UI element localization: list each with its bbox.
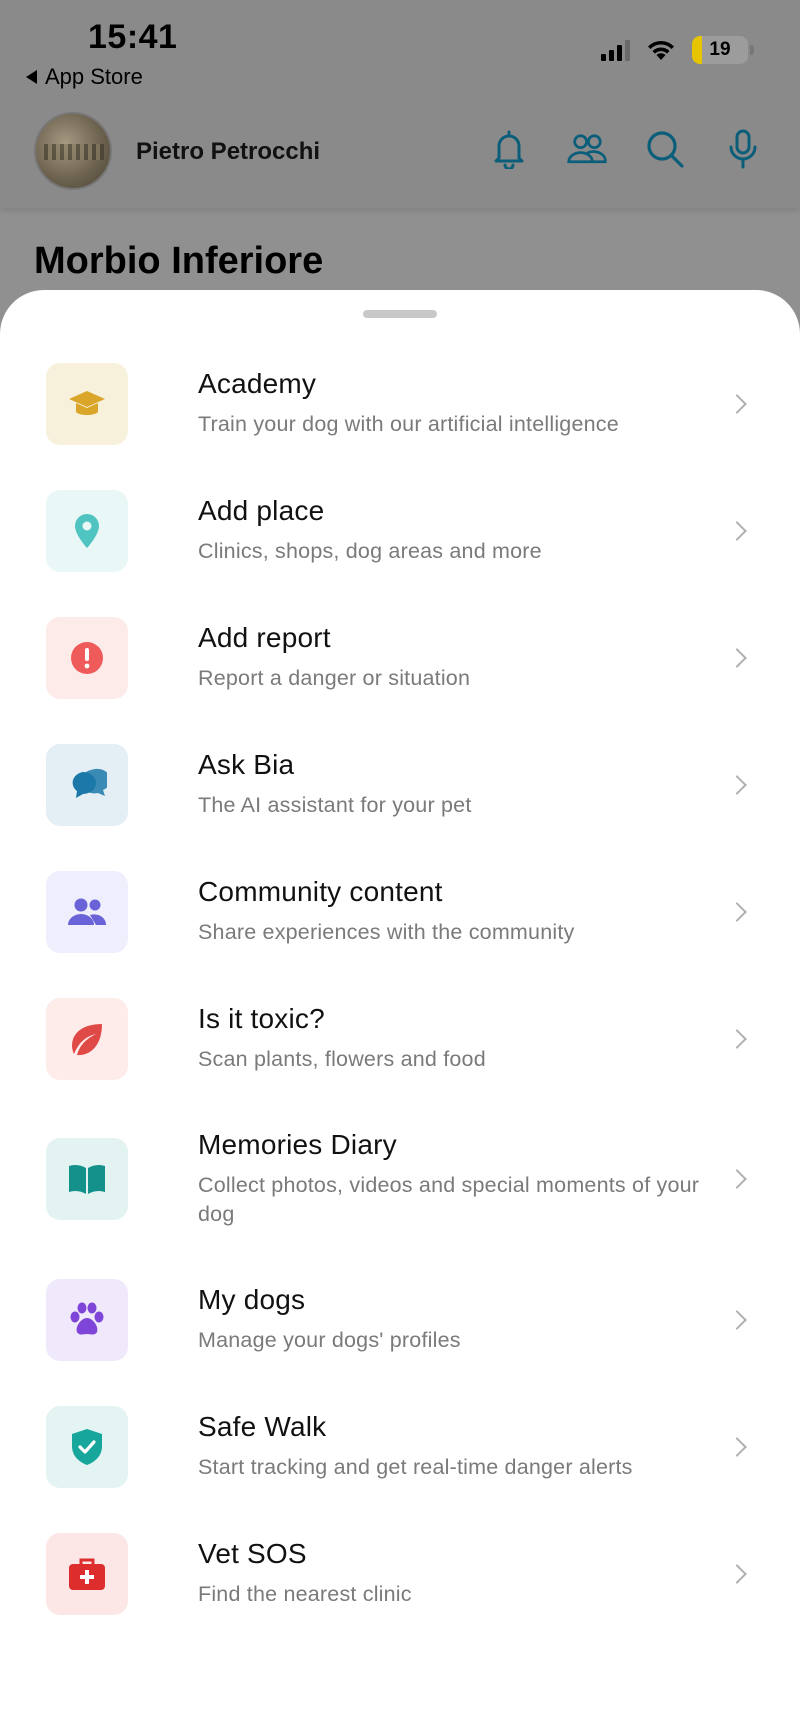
menu-item-memories-diary[interactable]: Memories Diary Collect photos, videos an… [0, 1102, 800, 1256]
menu-item-icon-box [46, 362, 128, 445]
paw-icon [70, 1302, 104, 1334]
menu-item-vet-sos[interactable]: Vet SOS Find the nearest clinic [0, 1510, 800, 1637]
avatar[interactable] [34, 112, 112, 190]
menu-item-subtitle: Share experiences with the community [198, 920, 575, 944]
menu-item-icon-box [46, 489, 128, 572]
sheet-grabber[interactable] [363, 310, 437, 318]
shield-check-icon [72, 1428, 102, 1465]
first-aid-kit-icon [69, 1558, 105, 1590]
menu-item-title: Memories Diary [198, 1129, 397, 1160]
status-time: 15:41 [88, 18, 178, 56]
menu-item-title: Community content [198, 876, 443, 907]
menu-item-title: Add place [198, 495, 325, 526]
menu-item-icon-box [46, 1532, 128, 1615]
community-icon [68, 898, 107, 925]
menu-item-subtitle: Manage your dogs' profiles [198, 1328, 461, 1352]
user-name[interactable]: Pietro Petrocchi [136, 138, 320, 166]
menu-item-icon-box [46, 1278, 128, 1361]
menu-item-academy[interactable]: Academy Train your dog with our artifici… [0, 340, 800, 467]
people-icon[interactable] [566, 128, 608, 170]
chat-bubbles-icon [72, 768, 107, 798]
menu-item-icon-box [46, 997, 128, 1080]
app-header: 15:41 App Store 19 Pietro Petrocchi [0, 0, 800, 208]
menu-item-community-content[interactable]: Community content Share experiences with… [0, 848, 800, 975]
menu-item-icon-box [46, 616, 128, 699]
menu-item-subtitle: Start tracking and get real-time danger … [198, 1455, 633, 1479]
menu-item-my-dogs[interactable]: My dogs Manage your dogs' profiles [0, 1256, 800, 1383]
menu-item-add-report[interactable]: Add report Report a danger or situation [0, 594, 800, 721]
menu-item-subtitle: Report a danger or situation [198, 666, 471, 690]
menu-item-title: Is it toxic? [198, 1003, 325, 1034]
wifi-icon [648, 40, 674, 60]
status-indicators: 19 [601, 36, 754, 64]
menu-item-icon-box [46, 1138, 128, 1220]
bell-icon[interactable] [488, 128, 530, 170]
menu-item-add-place[interactable]: Add place Clinics, shops, dog areas and … [0, 467, 800, 594]
back-app-label: App Store [45, 64, 143, 89]
menu-item-subtitle: The AI assistant for your pet [198, 793, 472, 817]
back-to-app-store[interactable]: App Store [26, 64, 143, 90]
header-actions [488, 128, 764, 170]
battery-level: 19 [709, 39, 731, 60]
menu-item-subtitle: Train your dog with our artificial intel… [198, 412, 619, 436]
menu-item-subtitle: Find the nearest clinic [198, 1582, 412, 1606]
menu-item-safe-walk[interactable]: Safe Walk Start tracking and get real-ti… [0, 1383, 800, 1510]
menu-item-icon-box [46, 1405, 128, 1488]
menu-item-title: My dogs [198, 1284, 306, 1315]
menu-item-title: Vet SOS [198, 1538, 307, 1569]
menu-item-icon-box [46, 870, 128, 953]
map-pin-icon [75, 513, 99, 548]
battery-indicator: 19 [692, 36, 754, 64]
alert-icon [71, 641, 103, 674]
microphone-icon[interactable] [722, 128, 764, 170]
menu-item-subtitle: Clinics, shops, dog areas and more [198, 539, 542, 563]
menu-item-subtitle: Scan plants, flowers and food [198, 1047, 486, 1071]
search-icon[interactable] [644, 128, 686, 170]
graduation-cap-icon [69, 390, 105, 415]
bottom-sheet: Academy Train your dog with our artifici… [0, 290, 800, 1733]
menu-item-is-it-toxic[interactable]: Is it toxic? Scan plants, flowers and fo… [0, 975, 800, 1102]
menu-list: Academy Train your dog with our artifici… [0, 340, 800, 1637]
menu-item-ask-bia[interactable]: Ask Bia The AI assistant for your pet [0, 721, 800, 848]
book-icon [69, 1164, 105, 1194]
menu-item-subtitle: Collect photos, videos and special momen… [198, 1173, 700, 1226]
leaf-icon [72, 1023, 102, 1055]
back-triangle-icon [26, 70, 37, 84]
cellular-signal-icon [601, 39, 630, 61]
menu-item-title: Safe Walk [198, 1411, 327, 1442]
menu-item-title: Ask Bia [198, 749, 295, 780]
location-title: Morbio Inferiore [34, 240, 324, 282]
menu-item-title: Academy [198, 368, 317, 399]
menu-item-icon-box [46, 743, 128, 826]
menu-item-title: Add report [198, 622, 331, 653]
